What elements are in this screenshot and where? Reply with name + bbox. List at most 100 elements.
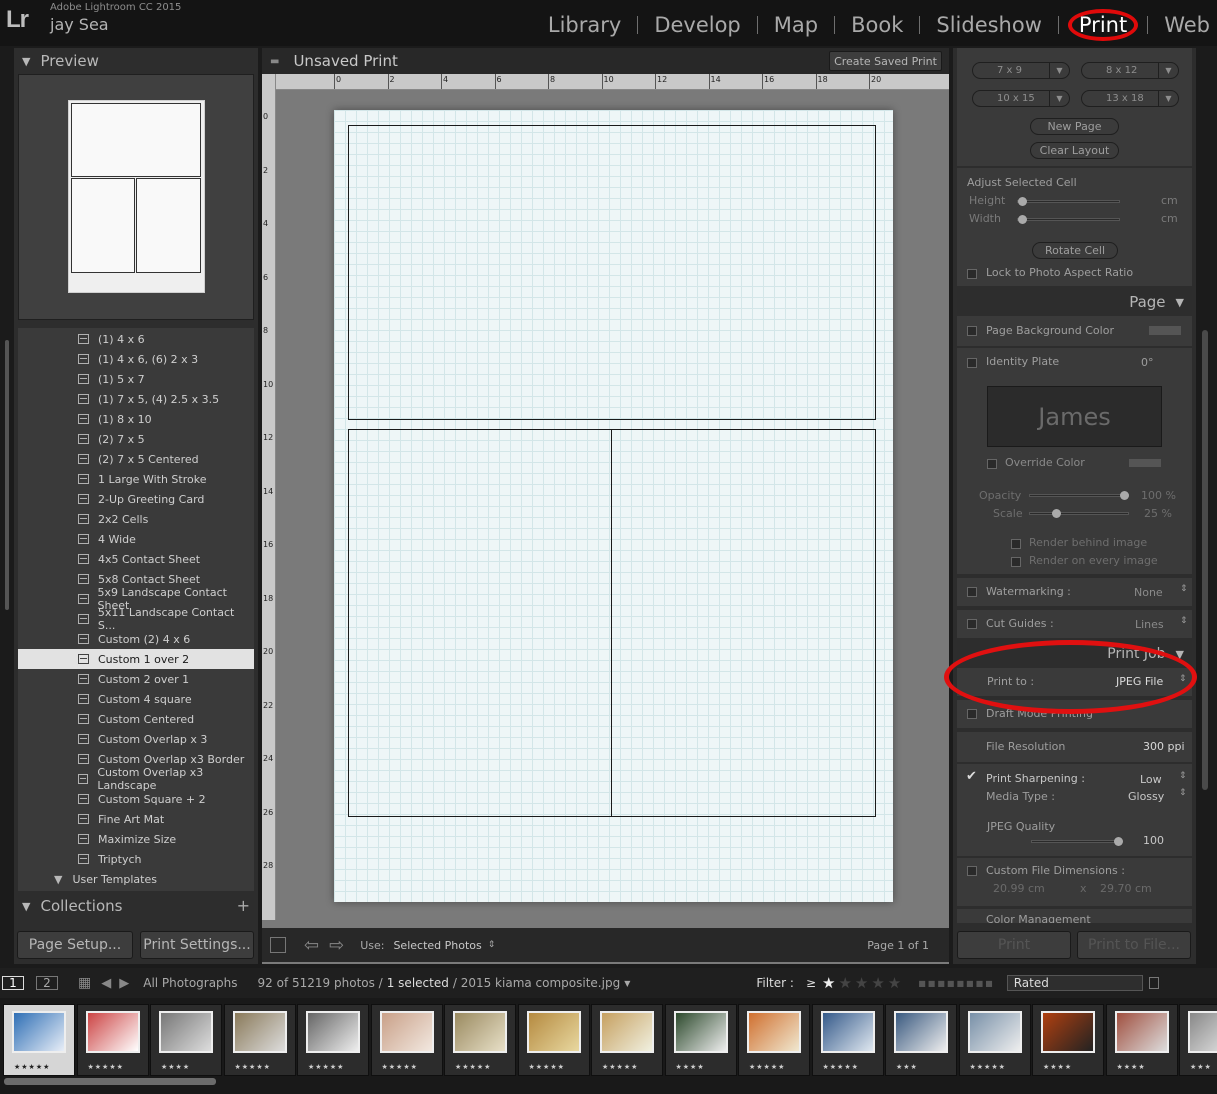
next-page-icon[interactable]: ⇨ — [329, 935, 344, 956]
override-color-checkbox[interactable] — [987, 459, 997, 469]
filmstrip-thumbnail[interactable]: ★★★★ — [664, 1004, 737, 1076]
stop-icon[interactable] — [270, 937, 286, 953]
prev-page-icon[interactable]: ⇦ — [304, 935, 319, 956]
scale-slider[interactable] — [1029, 509, 1129, 518]
filmstrip-thumbnail[interactable]: ★★★★★ — [370, 1004, 443, 1076]
print-sharpening-checkmark-icon[interactable]: ✔ — [966, 769, 977, 784]
rating-filter-stars[interactable]: ★★★★★ — [822, 974, 904, 992]
page-setup-button[interactable]: Page Setup... — [17, 931, 133, 959]
slider-knob[interactable] — [1052, 509, 1061, 518]
size-preset-dropdown[interactable]: 8 x 12 ▼ — [1081, 62, 1179, 79]
slider-knob[interactable] — [1018, 215, 1027, 224]
color-label-filter[interactable]: ■■■■■■■■ — [918, 979, 994, 988]
filmstrip-thumbnail[interactable]: ★★★★★ — [297, 1004, 369, 1076]
size-preset-dropdown[interactable]: 10 x 15 ▼ — [972, 90, 1070, 107]
module-map[interactable]: Map — [767, 13, 825, 37]
filmstrip-thumbnail[interactable]: ★★★★★ — [811, 1004, 884, 1076]
identity-plate-checkbox[interactable] — [967, 358, 977, 368]
template-item[interactable]: Fine Art Mat — [18, 809, 254, 829]
preview-header[interactable]: ▼ Preview — [14, 48, 258, 74]
filmstrip-thumbnail[interactable]: ★★★★★ — [517, 1004, 590, 1076]
size-preset-dropdown[interactable]: 13 x 18 ▼ — [1081, 90, 1179, 107]
template-item[interactable]: Custom Overlap x 3 — [18, 729, 254, 749]
template-item[interactable]: Custom Centered — [18, 709, 254, 729]
width-slider[interactable] — [1017, 215, 1120, 224]
template-item[interactable]: Maximize Size — [18, 829, 254, 849]
filmstrip-thumbnail[interactable]: ★★★★ — [1032, 1004, 1104, 1076]
template-item[interactable]: Custom 2 over 1 — [18, 669, 254, 689]
identity-angle[interactable]: 0° — [1141, 356, 1154, 369]
use-selector[interactable]: Selected Photos — [393, 939, 481, 952]
template-item[interactable]: Custom 1 over 2 — [18, 649, 254, 669]
print-sharpening-select[interactable]: Low — [1140, 773, 1162, 786]
cut-guides-select[interactable]: Lines — [1135, 618, 1164, 631]
user-templates-folder[interactable]: ▼ User Templates — [18, 869, 254, 889]
template-item[interactable]: Custom Square + 2 — [18, 789, 254, 809]
template-item[interactable]: Triptych — [18, 849, 254, 869]
filter-preset-select[interactable]: Rated — [1006, 975, 1143, 991]
filter-lock-icon[interactable] — [1148, 977, 1159, 989]
template-item[interactable]: 2-Up Greeting Card — [18, 489, 254, 509]
page-bg-checkbox[interactable] — [967, 326, 977, 336]
jpeg-quality-value[interactable]: 100 — [1143, 834, 1164, 847]
print-settings-button[interactable]: Print Settings... — [140, 931, 254, 959]
filmstrip-thumbnail[interactable]: ★★★★★ — [444, 1004, 516, 1076]
module-web[interactable]: Web — [1157, 13, 1217, 37]
draft-mode-checkbox[interactable] — [967, 709, 977, 719]
slider-knob[interactable] — [1018, 197, 1027, 206]
right-scrollbar[interactable] — [1202, 330, 1208, 790]
watermarking-checkbox[interactable] — [967, 587, 977, 597]
filmstrip-thumbnail[interactable]: ★★★★ — [1105, 1004, 1178, 1076]
module-library[interactable]: Library — [541, 13, 628, 37]
source-label[interactable]: All Photographs — [143, 976, 237, 990]
lock-aspect-checkbox[interactable] — [967, 269, 977, 279]
left-scrollbar[interactable] — [5, 340, 9, 610]
forward-arrow-icon[interactable]: ▶ — [119, 976, 129, 991]
template-item[interactable]: (1) 4 x 6 — [18, 329, 254, 349]
photo-cell-bottom-left[interactable] — [348, 429, 612, 817]
template-item[interactable]: (2) 7 x 5 — [18, 429, 254, 449]
module-print[interactable]: Print — [1067, 9, 1139, 41]
photo-cell-bottom-right[interactable] — [611, 429, 876, 817]
filmstrip-thumbnail[interactable]: ★★★★ — [150, 1004, 222, 1076]
template-item[interactable]: (1) 8 x 10 — [18, 409, 254, 429]
module-book[interactable]: Book — [844, 13, 910, 37]
window-2-button[interactable]: 2 — [36, 976, 58, 990]
dim-height[interactable]: 29.70 cm — [1100, 882, 1152, 895]
template-item[interactable]: (1) 7 x 5, (4) 2.5 x 3.5 — [18, 389, 254, 409]
slider-knob[interactable] — [1114, 837, 1123, 846]
clear-layout-button[interactable]: Clear Layout — [1030, 142, 1119, 159]
grid-view-icon[interactable]: ▦ — [78, 975, 91, 991]
filmstrip-thumbnail[interactable]: ★★★ — [1179, 1004, 1217, 1076]
filmstrip-thumbnail[interactable]: ★★★★★ — [223, 1004, 296, 1076]
template-item[interactable]: 2x2 Cells — [18, 509, 254, 529]
print-to-file-button[interactable]: Print to File... — [1077, 931, 1191, 959]
render-behind-checkbox[interactable] — [1011, 539, 1021, 549]
template-item[interactable]: Custom (2) 4 x 6 — [18, 629, 254, 649]
dim-width[interactable]: 20.99 cm — [993, 882, 1045, 895]
filmstrip-thumbnail[interactable]: ★★★★★ — [958, 1004, 1031, 1076]
template-item[interactable]: 4 Wide — [18, 529, 254, 549]
identity-plate-preview[interactable]: James — [987, 386, 1162, 447]
template-item[interactable]: Custom Overlap x3 Landscape — [18, 766, 254, 792]
height-slider[interactable] — [1017, 197, 1120, 206]
template-item[interactable]: 5x11 Landscape Contact S... — [18, 606, 254, 632]
module-slideshow[interactable]: Slideshow — [929, 13, 1049, 37]
template-item[interactable]: (2) 7 x 5 Centered — [18, 449, 254, 469]
template-item[interactable]: Custom 4 square — [18, 689, 254, 709]
print-button[interactable]: Print — [957, 931, 1071, 959]
window-1-button[interactable]: 1 — [2, 976, 24, 990]
back-arrow-icon[interactable]: ◀ — [101, 976, 111, 991]
template-item[interactable]: 4x5 Contact Sheet — [18, 549, 254, 569]
template-item[interactable]: (1) 4 x 6, (6) 2 x 3 — [18, 349, 254, 369]
jpeg-quality-slider[interactable] — [1031, 837, 1123, 846]
size-preset-dropdown[interactable]: 7 x 9 ▼ — [972, 62, 1070, 79]
media-type-select[interactable]: Glossy — [1128, 790, 1164, 803]
filmstrip-thumbnail[interactable]: ★★★★★ — [76, 1004, 149, 1076]
watermarking-select[interactable]: None — [1134, 586, 1163, 599]
selected-file[interactable]: / 2015 kiama composite.jpg — [453, 976, 620, 990]
module-develop[interactable]: Develop — [647, 13, 747, 37]
color-mgmt-label[interactable]: Color Management — [986, 913, 1091, 923]
new-page-button[interactable]: New Page — [1030, 118, 1119, 135]
opacity-slider[interactable] — [1029, 491, 1129, 500]
